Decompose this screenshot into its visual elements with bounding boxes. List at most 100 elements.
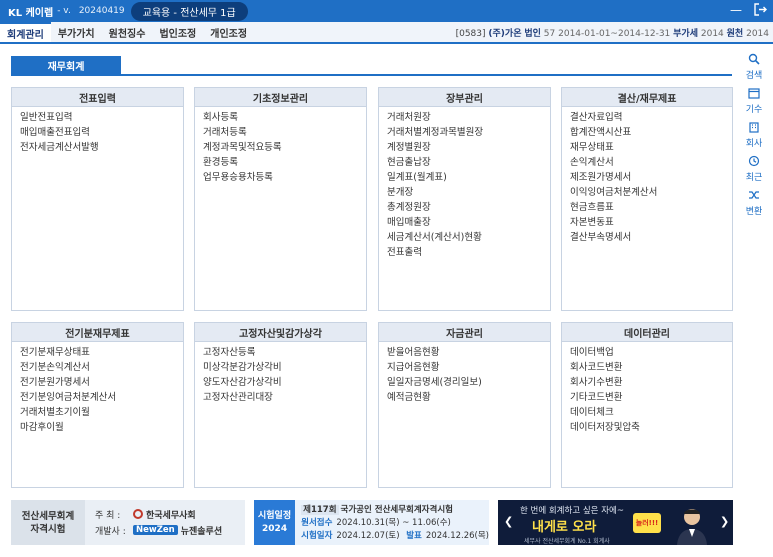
app-brand: KL 케이렙 [8, 7, 54, 19]
menu-item[interactable]: 받을어음현황 [387, 345, 550, 360]
menu-item[interactable]: 이익잉여금처분계산서 [570, 185, 732, 200]
menu-item[interactable]: 데이터백업 [570, 345, 732, 360]
result-label: 발표 [406, 531, 422, 541]
tab-withholding[interactable]: 원천징수 [102, 22, 153, 42]
exam-name: 국가공인 전산세무회계자격시험 [340, 505, 453, 515]
menu-item[interactable]: 결산자료입력 [570, 110, 732, 125]
menu-item[interactable]: 환경등록 [203, 155, 366, 170]
promo-headline: 내게로 오라 [532, 520, 597, 535]
exam-title-line2: 자격시험 [30, 523, 66, 535]
panel-title: 결산/재무제표 [562, 88, 732, 107]
menu-item[interactable]: 재무상태표 [570, 140, 732, 155]
panel-basic-info: 기초정보관리 회사등록 거래처등록 계정과목및적요등록 환경등록 업무용승용차등… [194, 87, 367, 311]
app-version: - v. [57, 6, 71, 16]
side-tool-convert[interactable]: 변환 [745, 189, 763, 217]
menu-item[interactable]: 거래처별계정과목별원장 [387, 125, 550, 140]
withhold-year: 2014 [746, 29, 769, 39]
menu-item[interactable]: 합계잔액시산표 [570, 125, 732, 140]
section-tab-financial-accounting[interactable]: 재무회계 [11, 56, 121, 74]
tab-corporate-adjust[interactable]: 법인조정 [152, 22, 203, 42]
menu-item[interactable]: 고정자산관리대장 [203, 390, 366, 405]
side-tool-label: 회사 [745, 139, 763, 149]
menu-item[interactable]: 분개장 [387, 185, 550, 200]
menu-item[interactable]: 전기분잉여금처분계산서 [20, 390, 183, 405]
menu-item[interactable]: 결산부속명세서 [570, 230, 732, 245]
menu-item[interactable]: 세금계산서(계산서)현황 [387, 230, 550, 245]
tab-vat[interactable]: 부가가치 [51, 22, 102, 42]
calendar-icon [748, 87, 760, 102]
company-name[interactable]: (주)가온 [488, 29, 521, 39]
menu-item[interactable]: 매입매출장 [387, 215, 550, 230]
promo-banner[interactable]: ❮ 한 번에 회계하고 싶은 자에~ 내게로 오라 세무사 전산세무회계 No.… [498, 500, 733, 545]
side-tool-label: 최근 [745, 173, 763, 183]
menu-item[interactable]: 미상각분감가상각비 [203, 360, 366, 375]
search-icon [748, 53, 760, 68]
promo-subtitle: 한 번에 회계하고 싶은 자에~ [520, 506, 624, 516]
promo-footnote: 세무사 전산세무회계 No.1 회계사 [524, 538, 610, 545]
menu-item[interactable]: 데이터저장및압축 [570, 420, 732, 435]
menu-item[interactable]: 자본변동표 [570, 215, 732, 230]
host-name: 한국세무사회 [146, 510, 196, 521]
exam-schedule-banner[interactable]: 시험일정 2024 제117회 국가공인 전산세무회계자격시험 원서접수 2024.… [254, 500, 489, 545]
withhold-label: 원천 [726, 29, 744, 39]
menu-item[interactable]: 고정자산등록 [203, 345, 366, 360]
side-tool-label: 검색 [745, 71, 763, 81]
recent-icon [748, 155, 760, 170]
menu-item[interactable]: 전자세금계산서발행 [20, 140, 183, 155]
side-tool-search[interactable]: 검색 [745, 53, 763, 81]
menu-item[interactable]: 전표출력 [387, 245, 550, 260]
menu-item[interactable]: 총계정원장 [387, 200, 550, 215]
menu-item[interactable]: 계정별원장 [387, 140, 550, 155]
menu-item[interactable]: 전기분손익계산서 [20, 360, 183, 375]
title-bar: KL 케이렙 - v. 20240419 교육용 - 전산세무 1급 — [0, 0, 773, 22]
side-tool-company[interactable]: 회사 [745, 121, 763, 149]
menu-item[interactable]: 전기분원가명세서 [20, 375, 183, 390]
exam-title: 전산세무회계 자격시험 [11, 500, 85, 545]
menu-item[interactable]: 일반전표입력 [20, 110, 183, 125]
schedule-label: 시험일정 [258, 510, 292, 521]
menu-item[interactable]: 계정과목및적요등록 [203, 140, 366, 155]
logout-icon[interactable] [753, 3, 767, 17]
menu-item[interactable]: 일계표(월계표) [387, 170, 550, 185]
host-label: 주 최 : [95, 510, 121, 521]
menu-item[interactable]: 예적금현황 [387, 390, 550, 405]
menu-item[interactable]: 거래처등록 [203, 125, 366, 140]
minimize-icon[interactable]: — [729, 3, 743, 17]
promo-badge: 놀러!!! [633, 513, 661, 533]
menu-item[interactable]: 일일자금명세(경리일보) [387, 375, 550, 390]
side-tool-period[interactable]: 기수 [746, 87, 762, 115]
menu-item[interactable]: 현금흐름표 [570, 200, 732, 215]
side-toolbar: 검색 기수 회사 최근 변환 [739, 53, 769, 217]
menu-item[interactable]: 매입매출전표입력 [20, 125, 183, 140]
prev-arrow-icon[interactable]: ❮ [504, 515, 513, 528]
menu-item[interactable]: 양도자산감가상각비 [203, 375, 366, 390]
side-tool-label: 변환 [745, 207, 763, 217]
menu-item[interactable]: 전기분재무상태표 [20, 345, 183, 360]
menu-item[interactable]: 손익계산서 [570, 155, 732, 170]
exam-date: 2024.12.07(토) [336, 531, 400, 541]
menu-item[interactable]: 회사코드변환 [570, 360, 732, 375]
menu-item[interactable]: 현금출납장 [387, 155, 550, 170]
edition-badge: 교육용 - 전산세무 1급 [130, 1, 248, 21]
apply-dates: 2024.10.31(목) ~ 11.06(수) [336, 518, 451, 528]
menu-item[interactable]: 제조원가명세서 [570, 170, 732, 185]
menu-item[interactable]: 지급어음현황 [387, 360, 550, 375]
menu-item[interactable]: 회사등록 [203, 110, 366, 125]
menu-item[interactable]: 거래처원장 [387, 110, 550, 125]
period-number: 57 [543, 29, 556, 39]
menu-item[interactable]: 회사기수변환 [570, 375, 732, 390]
menu-bar: 회계관리 부가가치 원천징수 법인조정 개인조정 [0583] (주)가온 법인… [0, 22, 773, 44]
tab-accounting[interactable]: 회계관리 [0, 22, 51, 42]
next-arrow-icon[interactable]: ❯ [720, 515, 729, 528]
menu-item[interactable]: 업무용승용차등록 [203, 170, 366, 185]
panel-voucher-entry: 전표입력 일반전표입력 매입매출전표입력 전자세금계산서발행 [11, 87, 184, 311]
tab-personal-adjust[interactable]: 개인조정 [203, 22, 254, 42]
panel-title: 기초정보관리 [195, 88, 366, 107]
menu-item[interactable]: 데이터체크 [570, 405, 732, 420]
menu-item[interactable]: 기타코드변환 [570, 390, 732, 405]
menu-item[interactable]: 마감후이월 [20, 420, 183, 435]
side-tool-recent[interactable]: 최근 [745, 155, 763, 183]
kcta-logo-icon [133, 509, 143, 519]
panel-title: 자금관리 [379, 323, 550, 342]
menu-item[interactable]: 거래처별초기이월 [20, 405, 183, 420]
